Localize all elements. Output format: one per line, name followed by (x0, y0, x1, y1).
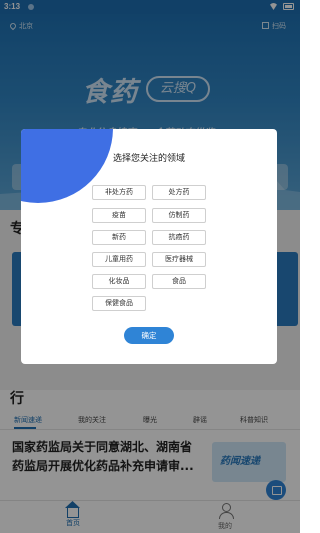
option-new-drug[interactable]: 新药 (92, 230, 146, 245)
option-pediatric-drug[interactable]: 儿童用药 (92, 252, 146, 267)
option-medical-device[interactable]: 医疗器械 (152, 252, 206, 267)
option-generic-drug[interactable]: 仿制药 (152, 208, 206, 223)
option-health-food[interactable]: 保健食品 (92, 296, 146, 311)
option-otc-drug[interactable]: 非处方药 (92, 185, 146, 200)
option-cosmetics[interactable]: 化妆品 (92, 274, 146, 289)
option-prescription-drug[interactable]: 处方药 (152, 185, 206, 200)
option-food[interactable]: 食品 (152, 274, 206, 289)
interest-selection-dialog: 选择您关注的领域 非处方药 处方药 疫苗 仿制药 新药 抗癌药 儿童用药 医疗器… (21, 129, 277, 364)
confirm-button[interactable]: 确定 (124, 327, 174, 344)
option-anticancer-drug[interactable]: 抗癌药 (152, 230, 206, 245)
dialog-title: 选择您关注的领域 (112, 154, 185, 164)
option-vaccine[interactable]: 疫苗 (92, 208, 146, 223)
